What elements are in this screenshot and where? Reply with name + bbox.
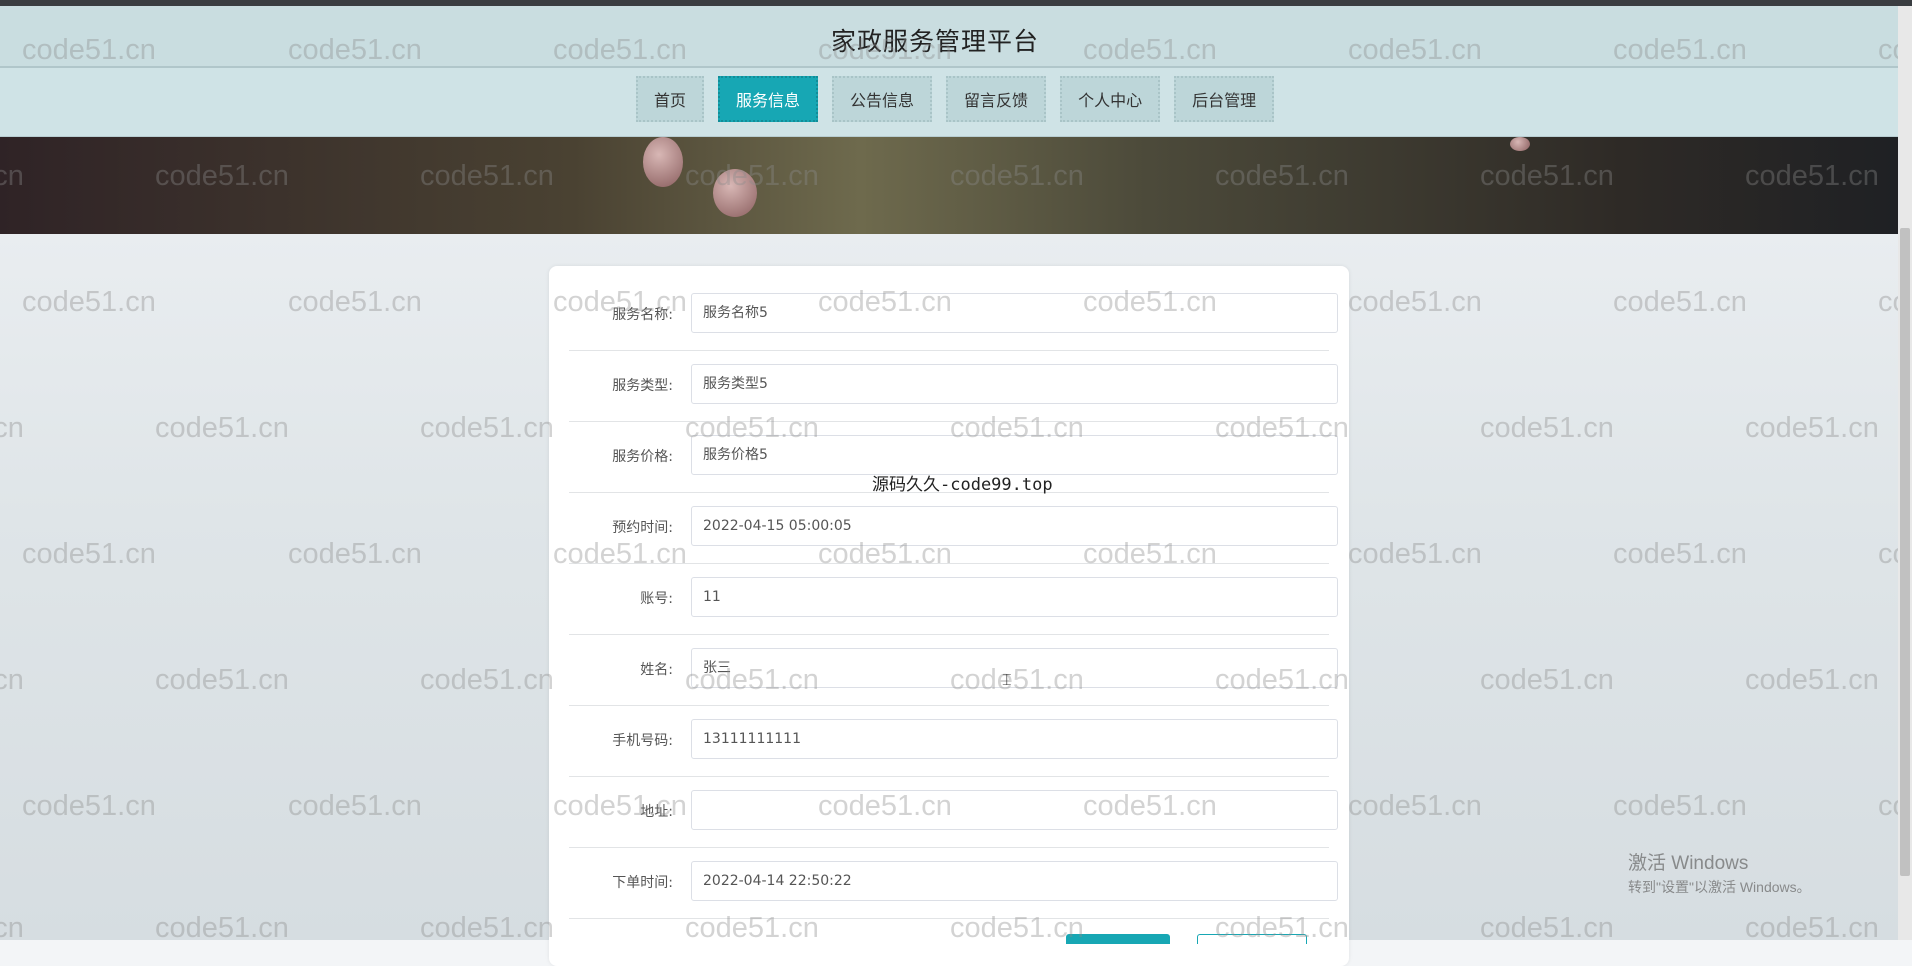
nav-item-personal-center[interactable]: 个人中心 [1060,76,1161,122]
source-overlay-text: 源码久久-code99.top [872,475,1053,495]
nav-item-home[interactable]: 首页 [636,76,705,122]
nav-item-admin[interactable]: 后台管理 [1174,76,1275,122]
service-type-input[interactable]: 服务类型5 [691,364,1338,404]
form-row-phone: 手机号码: 13111111111 [569,706,1338,777]
main-nav: 首页 服务信息 公告信息 留言反馈 个人中心 后台管理 [636,76,1275,122]
flower-bud [643,137,683,187]
banner-image [0,137,1912,234]
field-label: 地址: [640,804,673,820]
field-label: 预约时间: [612,520,673,536]
windows-activation-notice: 激活 Windows 转到"设置"以激活 Windows。 [1628,848,1811,897]
form-row-service-name: 服务名称: 服务名称5 [569,280,1338,351]
page-scrollbar[interactable] [1898,6,1912,940]
nav-item-feedback[interactable]: 留言反馈 [946,76,1047,122]
site-header: 家政服务管理平台 首页 服务信息 公告信息 留言反馈 个人中心 后台管理 [0,6,1912,137]
activation-subtitle: 转到"设置"以激活 Windows。 [1628,879,1811,895]
text-cursor-icon: ⌶ [1002,670,1012,689]
order-time-input[interactable]: 2022-04-14 22:50:22 [691,861,1338,901]
appointment-time-input[interactable]: 2022-04-15 05:00:05 [691,506,1338,546]
form-row-service-type: 服务类型: 服务类型5 [569,351,1338,422]
scrollbar-thumb[interactable] [1900,228,1910,876]
address-input[interactable] [691,790,1338,830]
primary-action-button[interactable] [1066,934,1170,944]
form-row-order-time: 下单时间: 2022-04-14 22:50:22 [569,848,1338,919]
field-label: 下单时间: [612,875,673,891]
flower-bud [713,169,757,217]
field-label: 服务价格: [612,449,673,465]
nav-item-announcements[interactable]: 公告信息 [832,76,933,122]
site-title: 家政服务管理平台 [830,27,1039,56]
nav-item-service-info[interactable]: 服务信息 [718,76,819,122]
title-band: 家政服务管理平台 [0,6,1912,68]
form-row-name: 姓名: 张三 [569,635,1338,706]
form-row-appointment-time: 预约时间: 2022-04-15 05:00:05 [569,493,1338,564]
account-input[interactable]: 11 [691,577,1338,617]
form-row-address: 地址: [569,777,1338,848]
field-label: 服务名称: [612,307,673,323]
service-price-input[interactable]: 服务价格5 [691,435,1338,475]
detail-form-card: 服务名称: 服务名称5 服务类型: 服务类型5 服务价格: 服务价格5 预约时间… [549,266,1349,966]
name-input[interactable]: 张三 [691,648,1338,688]
field-label: 账号: [640,591,673,607]
field-label: 服务类型: [612,378,673,394]
service-name-input[interactable]: 服务名称5 [691,293,1338,333]
field-label: 手机号码: [612,733,673,749]
flower-bud [1510,137,1530,151]
form-row-account: 账号: 11 [569,564,1338,635]
secondary-action-button[interactable] [1197,934,1307,944]
field-label: 姓名: [640,662,673,678]
phone-input[interactable]: 13111111111 [691,719,1338,759]
activation-title: 激活 Windows [1628,853,1749,874]
